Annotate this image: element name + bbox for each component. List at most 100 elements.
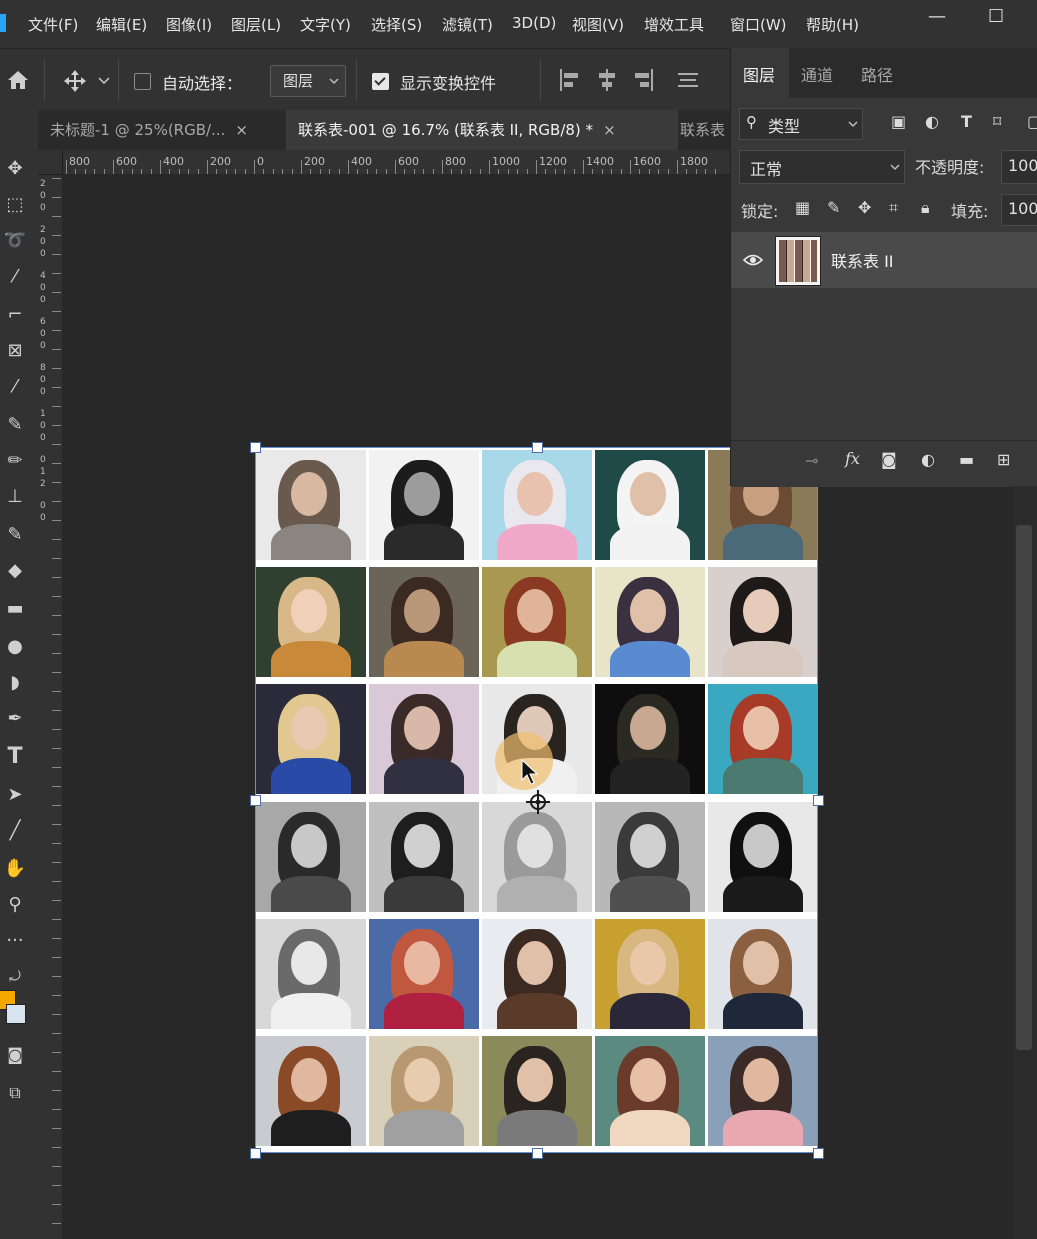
folder-icon[interactable]: ▬ bbox=[959, 450, 974, 469]
layer-filter-dropdown[interactable]: ⚲ 类型 bbox=[739, 108, 863, 140]
transform-handle-bottom-right[interactable] bbox=[813, 1148, 824, 1159]
zoom-tool-icon[interactable]: ⚲ bbox=[0, 890, 30, 920]
filter-adjustment-icon[interactable]: ◐ bbox=[925, 112, 939, 131]
filter-type-icon[interactable]: T bbox=[961, 112, 972, 131]
opacity-label: 不透明度: bbox=[915, 158, 985, 177]
layer-name[interactable]: 联系表 II bbox=[831, 248, 894, 272]
pen-tool-icon[interactable]: ✒ bbox=[0, 704, 30, 734]
menu-file[interactable]: 文件(F) bbox=[28, 14, 78, 35]
fx-icon[interactable]: fx bbox=[845, 449, 860, 468]
home-icon[interactable] bbox=[6, 69, 30, 91]
filter-pixel-icon[interactable]: ▣ bbox=[891, 112, 906, 131]
type-tool-icon[interactable]: T bbox=[0, 742, 30, 772]
auto-select-checkbox[interactable] bbox=[134, 73, 151, 90]
scrollbar-thumb[interactable] bbox=[1016, 525, 1032, 1050]
menu-view[interactable]: 视图(V) bbox=[572, 14, 624, 35]
menu-3d[interactable]: 3D(D) bbox=[512, 14, 556, 32]
ruler-tick bbox=[52, 843, 61, 844]
line-tool-icon[interactable]: ╱ bbox=[0, 816, 30, 846]
menu-image[interactable]: 图像(I) bbox=[166, 14, 212, 35]
fill-input[interactable]: 100 bbox=[1001, 194, 1037, 226]
blur-tool-icon[interactable]: ● bbox=[0, 632, 30, 662]
eyedropper-tool-icon[interactable]: ⁄ bbox=[0, 372, 30, 402]
menu-type[interactable]: 文字(Y) bbox=[300, 14, 351, 35]
lock-artboard-icon[interactable]: ⌗ bbox=[889, 198, 898, 218]
maximize-button[interactable]: ☐ bbox=[988, 6, 1004, 27]
ruler-label: 0 bbox=[40, 501, 46, 511]
transform-handle-top-left[interactable] bbox=[250, 442, 261, 453]
screen-mode-icon[interactable]: ⧉ bbox=[0, 1078, 30, 1108]
history-brush-tool-icon[interactable]: ✎ bbox=[0, 520, 30, 550]
new-layer-icon[interactable]: ⊞ bbox=[997, 450, 1010, 469]
move-tool-icon[interactable] bbox=[62, 69, 88, 93]
lasso-tool-icon[interactable]: ➰ bbox=[0, 226, 30, 256]
filter-shape-icon[interactable]: ⌑ bbox=[993, 112, 1001, 131]
ruler-label: 0 bbox=[40, 513, 46, 523]
healing-brush-tool-icon[interactable]: ✎ bbox=[0, 410, 30, 440]
lock-image-pixels-icon[interactable]: ✎ bbox=[827, 198, 840, 217]
auto-select-target-dropdown[interactable]: 图层 bbox=[270, 65, 346, 97]
link-icon[interactable]: ⊸ bbox=[805, 451, 818, 470]
ruler-label: 0 bbox=[40, 203, 46, 213]
menu-edit[interactable]: 编辑(E) bbox=[96, 14, 147, 35]
menu-window[interactable]: 窗口(W) bbox=[730, 14, 787, 35]
brush-tool-icon[interactable]: ✏ bbox=[0, 446, 30, 476]
crop-tool-icon[interactable]: ⌐ bbox=[0, 300, 30, 330]
align-top-edges-icon[interactable] bbox=[678, 69, 698, 91]
frame-tool-icon[interactable]: ⊠ bbox=[0, 336, 30, 366]
document-tab-bar: 未标题-1 @ 25%(RGB/... × 联系表-001 @ 16.7% (联系… bbox=[38, 110, 730, 150]
close-icon[interactable]: × bbox=[603, 121, 616, 139]
lock-position-icon[interactable]: ✥ bbox=[858, 198, 871, 217]
ruler-label: 0 bbox=[40, 421, 46, 431]
background-color-swatch[interactable] bbox=[6, 1004, 26, 1024]
layer-row[interactable]: 联系表 II bbox=[731, 232, 1037, 288]
align-horizontal-centers-icon[interactable] bbox=[597, 69, 617, 91]
transform-handle-bottom-center[interactable] bbox=[532, 1148, 543, 1159]
dodge-tool-icon[interactable]: ◗ bbox=[0, 668, 30, 698]
menu-select[interactable]: 选择(S) bbox=[371, 14, 422, 35]
minimize-button[interactable]: — bbox=[928, 6, 946, 27]
tab-contact-sheet-001[interactable]: 联系表-001 @ 16.7% (联系表 II, RGB/8) * × bbox=[286, 110, 678, 150]
transform-handle-top-center[interactable] bbox=[532, 442, 543, 453]
marquee-tool-icon[interactable]: ⬚ bbox=[0, 190, 30, 220]
transform-handle-middle-right[interactable] bbox=[813, 795, 824, 806]
eye-visibility-icon[interactable] bbox=[743, 253, 763, 267]
close-icon[interactable]: × bbox=[235, 121, 248, 139]
menu-layer[interactable]: 图层(L) bbox=[231, 14, 281, 35]
show-transform-checkbox[interactable] bbox=[372, 73, 389, 90]
ruler-tick bbox=[301, 160, 302, 174]
transform-handle-middle-left[interactable] bbox=[250, 795, 261, 806]
lock-all-icon[interactable]: 🔒︎ bbox=[921, 198, 930, 218]
ruler-label: 2 bbox=[40, 479, 46, 489]
quick-mask-icon[interactable]: ◙ bbox=[0, 1040, 30, 1070]
menu-help[interactable]: 帮助(H) bbox=[806, 14, 859, 35]
swap-colors-icon[interactable]: ⤾ bbox=[0, 962, 30, 992]
tab-layers[interactable]: 图层 bbox=[743, 62, 775, 86]
blend-mode-dropdown[interactable]: 正常 bbox=[739, 150, 905, 184]
align-left-edges-icon[interactable] bbox=[560, 69, 580, 91]
tab-paths[interactable]: 路径 bbox=[861, 62, 893, 86]
more-tools-icon[interactable]: ··· bbox=[0, 926, 30, 956]
move-tool-icon[interactable]: ✥ bbox=[0, 154, 30, 184]
gradient-tool-icon[interactable]: ▬ bbox=[0, 594, 30, 624]
adjustment-icon[interactable]: ◐ bbox=[921, 450, 935, 469]
transform-handle-bottom-left[interactable] bbox=[250, 1148, 261, 1159]
mask-icon[interactable]: ◙ bbox=[881, 450, 897, 469]
menu-plugins[interactable]: 增效工具 bbox=[644, 14, 704, 35]
ruler-tick bbox=[52, 178, 61, 179]
opacity-input[interactable]: 100 bbox=[1001, 150, 1037, 184]
ruler-origin[interactable] bbox=[38, 150, 63, 175]
chevron-down-icon[interactable] bbox=[98, 77, 110, 85]
magic-wand-tool-icon[interactable]: ⁄ bbox=[0, 262, 30, 292]
align-right-edges-icon[interactable] bbox=[633, 69, 653, 91]
path-selection-tool-icon[interactable]: ➤ bbox=[0, 780, 30, 810]
tab-channels[interactable]: 通道 bbox=[801, 62, 833, 86]
clone-stamp-tool-icon[interactable]: ⊥ bbox=[0, 482, 30, 512]
eraser-tool-icon[interactable]: ◆ bbox=[0, 556, 30, 586]
tab-untitled-1[interactable]: 未标题-1 @ 25%(RGB/... × bbox=[38, 110, 286, 150]
menu-filter[interactable]: 滤镜(T) bbox=[442, 14, 493, 35]
ruler-label: 200 bbox=[304, 155, 325, 168]
hand-tool-icon[interactable]: ✋ bbox=[0, 854, 30, 884]
filter-smart-object-icon[interactable]: ▢ bbox=[1027, 112, 1037, 131]
lock-transparent-pixels-icon[interactable]: ▦ bbox=[795, 198, 810, 217]
